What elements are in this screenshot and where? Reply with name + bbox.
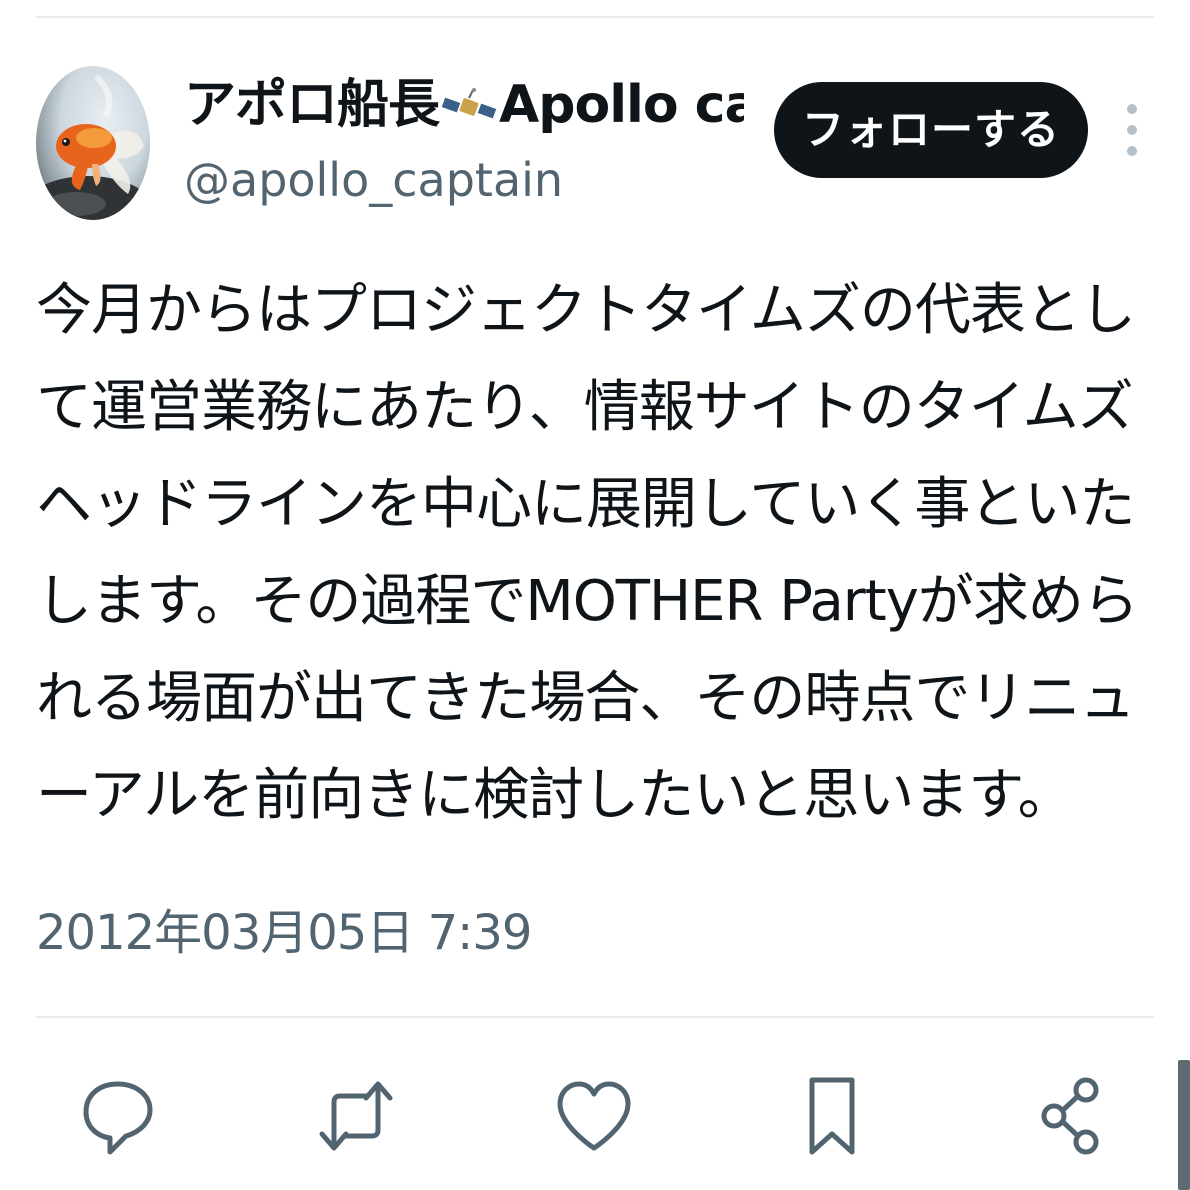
follow-button[interactable]: フォローする [774, 82, 1088, 178]
tweet-line: れる場面が出てきた場合、その時点でリニュ [36, 666, 1135, 731]
user-handle[interactable]: @apollo_captain [184, 150, 563, 210]
goldfish-icon [36, 73, 150, 220]
bookmark-icon [809, 1077, 855, 1155]
reply-icon [83, 1081, 153, 1155]
heart-icon [557, 1081, 631, 1151]
share-button[interactable] [1020, 1066, 1120, 1166]
reply-button[interactable] [68, 1066, 168, 1166]
action-divider [36, 1016, 1154, 1018]
tweet-text: 今月からはプロジェクトタイムズの代表とし て運営業務にあたり、情報サイトのタイム… [36, 262, 1156, 844]
display-name-suffix: Apollo cap... [499, 75, 744, 135]
more-vertical-icon[interactable] [1118, 100, 1146, 160]
tweet-line: て運営業務にあたり、情報サイトのタイムズ [36, 375, 1134, 440]
satellite-icon [441, 88, 497, 119]
share-icon [1041, 1077, 1099, 1155]
bookmark-button[interactable] [782, 1066, 882, 1166]
scrollbar[interactable] [1178, 1060, 1190, 1190]
retweet-button[interactable] [306, 1066, 406, 1166]
tweet-line: します。その過程でMOTHER Partyが求めら [36, 569, 1139, 634]
display-name-prefix: アポロ船長 [184, 75, 440, 135]
tweet-line: 今月からはプロジェクトタイムズの代表とし [36, 278, 1136, 343]
top-divider [36, 16, 1154, 18]
avatar[interactable] [36, 66, 150, 220]
tweet-line: ヘッドラインを中心に展開していく事といた [36, 472, 1135, 537]
tweet-timestamp[interactable]: 2012年03月05日 7:39 [36, 898, 532, 968]
display-name[interactable]: アポロ船長 Apollo cap... [184, 72, 744, 138]
retweet-icon [319, 1081, 393, 1151]
action-bar [0, 1066, 1190, 1166]
tweet-line: ーアルを前向きに検討したいと思います。 [36, 763, 1074, 828]
like-button[interactable] [544, 1066, 644, 1166]
